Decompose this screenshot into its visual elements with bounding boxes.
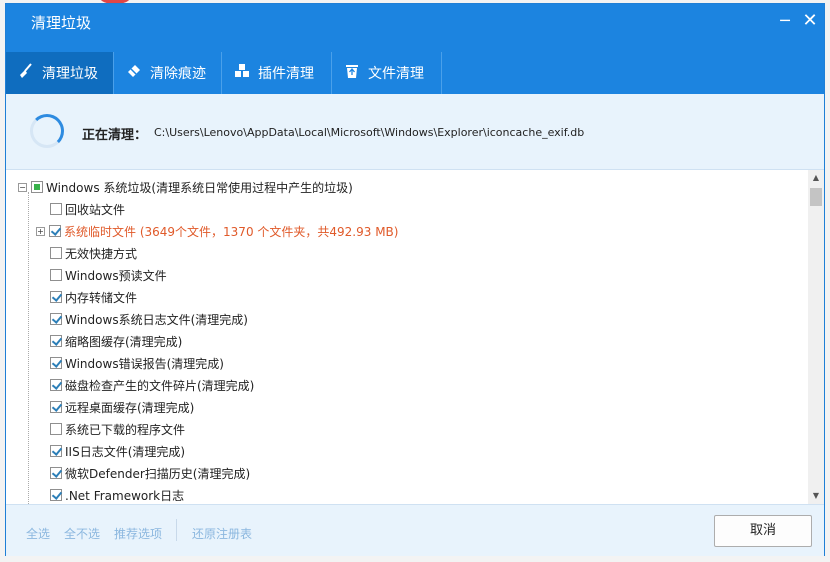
tree-item-label: 无效快捷方式 bbox=[65, 246, 138, 261]
item-checkbox[interactable] bbox=[50, 357, 62, 369]
item-checkbox[interactable] bbox=[50, 269, 62, 281]
plugin-icon bbox=[234, 63, 258, 83]
tree-item[interactable]: Windows系统日志文件(清理完成) bbox=[50, 308, 248, 330]
restore-registry-link[interactable]: 还原注册表 bbox=[192, 525, 252, 542]
scroll-down-arrow-icon[interactable]: ▼ bbox=[808, 488, 824, 504]
tree-item-label: 缩略图缓存(清理完成) bbox=[65, 334, 183, 349]
tab-label: 清除痕迹 bbox=[150, 66, 206, 82]
minimize-button[interactable]: ─ bbox=[774, 10, 796, 32]
tree-root-label: Windows 系统垃圾(清理系统日常使用过程中产生的垃圾) bbox=[46, 180, 353, 195]
item-checkbox[interactable] bbox=[50, 467, 62, 479]
tree-item[interactable]: 磁盘检查产生的文件碎片(清理完成) bbox=[50, 374, 254, 396]
cleaning-progress-panel: 正在清理： C:\Users\Lenovo\AppData\Local\Micr… bbox=[6, 94, 824, 170]
tree-item[interactable]: IIS日志文件(清理完成) bbox=[50, 440, 185, 462]
tree-item-label: Windows系统日志文件(清理完成) bbox=[65, 312, 248, 327]
recommended-options-link[interactable]: 推荐选项 bbox=[114, 525, 162, 542]
tree-item[interactable]: + 系统临时文件 (3649个文件，1370 个文件夹，共492.93 MB) bbox=[36, 220, 398, 242]
tree-item[interactable]: 远程桌面缓存(清理完成) bbox=[50, 396, 194, 418]
footer-bar: 全选 全不选 推荐选项 还原注册表 取消 bbox=[6, 504, 824, 556]
item-checkbox[interactable] bbox=[50, 247, 62, 259]
tree-item-label: 磁盘检查产生的文件碎片(清理完成) bbox=[65, 378, 255, 393]
broom-icon bbox=[18, 63, 42, 83]
item-checkbox[interactable] bbox=[50, 203, 62, 215]
tree-item[interactable]: 内存转储文件 bbox=[50, 286, 137, 308]
tree-item-label: Windows错误报告(清理完成) bbox=[65, 356, 224, 371]
tree-item-label: 系统已下载的程序文件 bbox=[65, 422, 186, 437]
scrollbar-thumb[interactable] bbox=[810, 188, 822, 206]
window-title: 清理垃圾 bbox=[31, 14, 92, 32]
tree-item[interactable]: 回收站文件 bbox=[50, 198, 125, 220]
item-checkbox[interactable] bbox=[50, 423, 62, 435]
item-checkbox[interactable] bbox=[50, 379, 62, 391]
item-checkbox[interactable] bbox=[50, 401, 62, 413]
tree-item-label: 回收站文件 bbox=[65, 202, 126, 217]
cleaning-status-label: 正在清理： bbox=[82, 128, 148, 143]
tree-item[interactable]: 缩略图缓存(清理完成) bbox=[50, 330, 182, 352]
item-checkbox[interactable] bbox=[50, 445, 62, 457]
tab-file-clean[interactable]: 文件清理 bbox=[332, 52, 442, 94]
tab-clear-traces[interactable]: 清除痕迹 bbox=[114, 52, 222, 94]
tab-bar: 清理垃圾 清除痕迹 插件清理 文件清理 bbox=[6, 38, 824, 94]
tree-item-label: 远程桌面缓存(清理完成) bbox=[65, 400, 195, 415]
root-checkbox[interactable] bbox=[31, 181, 43, 193]
select-none-link[interactable]: 全不选 bbox=[64, 525, 100, 542]
tree-item[interactable]: 无效快捷方式 bbox=[50, 242, 137, 264]
vertical-scrollbar[interactable]: ▲ ▼ bbox=[808, 170, 824, 504]
title-bar: 清理垃圾 ─ ✕ bbox=[6, 4, 824, 38]
tree-item-label: 内存转储文件 bbox=[65, 290, 138, 305]
tree-item[interactable]: Windows错误报告(清理完成) bbox=[50, 352, 224, 374]
close-button[interactable]: ✕ bbox=[799, 10, 821, 32]
trash-icon bbox=[344, 63, 368, 83]
tree-item[interactable]: .Net Framework日志 bbox=[50, 484, 184, 504]
expand-toggle[interactable]: + bbox=[36, 226, 45, 236]
tab-label: 清理垃圾 bbox=[42, 66, 98, 82]
tree-item-label: 微软Defender扫描历史(清理完成) bbox=[65, 466, 251, 481]
tab-label: 插件清理 bbox=[258, 66, 314, 82]
loading-spinner-icon bbox=[30, 114, 64, 148]
tree-item[interactable]: 系统已下载的程序文件 bbox=[50, 418, 185, 440]
footer-divider bbox=[176, 519, 177, 541]
tab-label: 文件清理 bbox=[368, 66, 424, 82]
tree-item-label: Windows预读文件 bbox=[65, 268, 167, 283]
tree-item-label: 系统临时文件 (3649个文件，1370 个文件夹，共492.93 MB) bbox=[64, 224, 399, 239]
item-checkbox[interactable] bbox=[50, 489, 62, 501]
tab-clean-junk[interactable]: 清理垃圾 bbox=[6, 52, 114, 94]
item-checkbox[interactable] bbox=[50, 313, 62, 325]
eraser-icon bbox=[126, 63, 150, 83]
tree-item[interactable]: Windows预读文件 bbox=[50, 264, 167, 286]
tree-item[interactable]: 微软Defender扫描历史(清理完成) bbox=[50, 462, 250, 484]
tree-item-label: .Net Framework日志 bbox=[65, 488, 185, 503]
tree-guide-line bbox=[28, 192, 29, 504]
item-checkbox[interactable] bbox=[50, 335, 62, 347]
item-checkbox[interactable] bbox=[50, 291, 62, 303]
tab-plugin-clean[interactable]: 插件清理 bbox=[222, 52, 332, 94]
item-checkbox[interactable] bbox=[49, 225, 61, 237]
cleaning-file-path: C:\Users\Lenovo\AppData\Local\Microsoft\… bbox=[154, 126, 585, 139]
collapse-toggle[interactable]: − bbox=[18, 182, 27, 192]
tree-root-row[interactable]: − Windows 系统垃圾(清理系统日常使用过程中产生的垃圾) bbox=[18, 176, 353, 198]
cancel-button[interactable]: 取消 bbox=[714, 515, 812, 547]
junk-category-tree: − Windows 系统垃圾(清理系统日常使用过程中产生的垃圾) 回收站文件 +… bbox=[6, 170, 808, 504]
select-all-link[interactable]: 全选 bbox=[26, 525, 50, 542]
clean-junk-dialog: 清理垃圾 ─ ✕ 清理垃圾 清除痕迹 插件清理 文件清理 正在清理： C:\Us… bbox=[5, 3, 825, 556]
tree-item-label: IIS日志文件(清理完成) bbox=[65, 444, 186, 459]
scroll-up-arrow-icon[interactable]: ▲ bbox=[808, 170, 824, 186]
